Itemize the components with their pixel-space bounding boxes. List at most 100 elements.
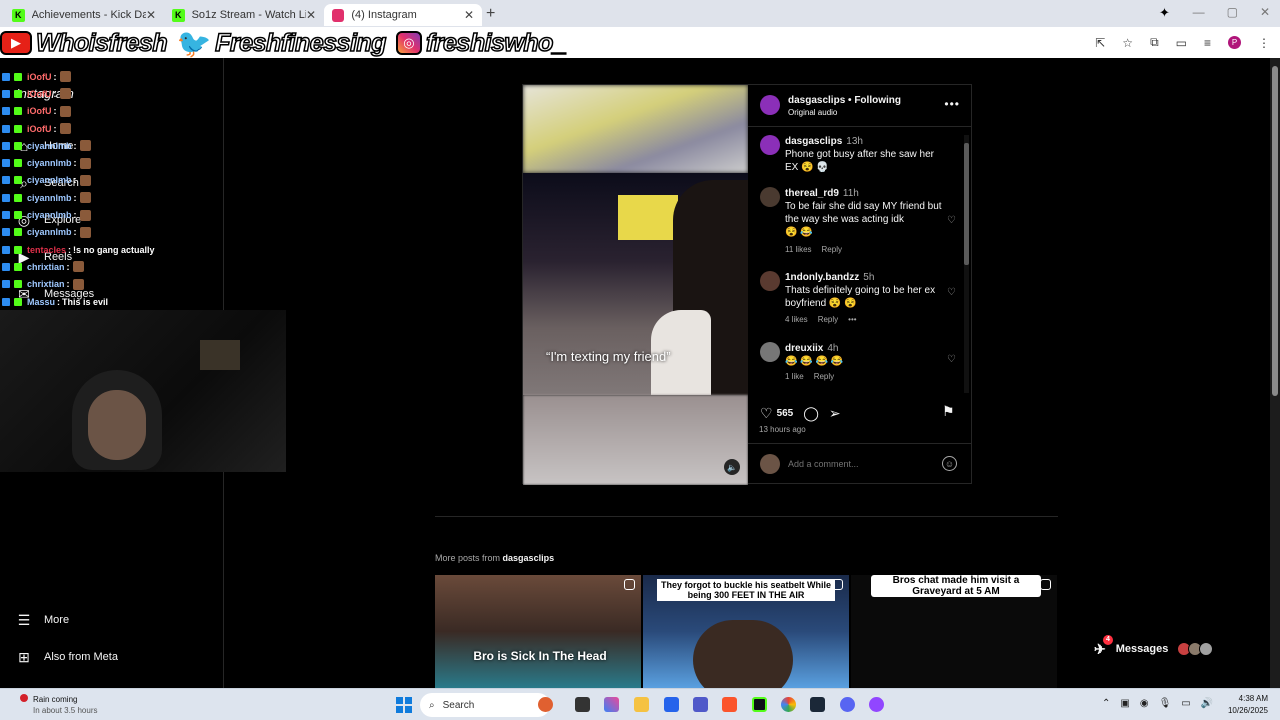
chat-username[interactable]: chrixtian — [27, 279, 65, 289]
comments-scrollbar[interactable] — [964, 135, 969, 393]
comment-likes[interactable]: 1 like — [785, 372, 804, 381]
display-icon[interactable]: ▭ — [1181, 698, 1190, 709]
chat-username[interactable]: chrixtian — [27, 262, 65, 272]
chat-username[interactable]: Massu — [27, 297, 55, 307]
sidebar-item-meta[interactable]: ⊞ Also from Meta — [16, 649, 118, 665]
emoji-icon[interactable]: ☺ — [942, 456, 957, 471]
avatar[interactable] — [760, 135, 780, 155]
file-explorer-icon[interactable] — [634, 697, 649, 712]
avatar[interactable] — [760, 187, 780, 207]
chat-username[interactable]: iOofU — [27, 72, 52, 82]
avatar[interactable] — [760, 95, 780, 115]
profile-avatar[interactable]: P — [1228, 36, 1241, 49]
gemini-icon[interactable]: ✦ — [1159, 5, 1170, 21]
comment-user[interactable]: thereal_rd9 — [785, 188, 839, 199]
comment-icon[interactable]: ◯ — [803, 405, 819, 422]
chat-username[interactable]: ciyannlmb — [27, 227, 72, 237]
like-count[interactable]: 565 — [777, 408, 794, 419]
install-icon[interactable]: ⇱ — [1095, 36, 1105, 50]
page-scrollbar[interactable] — [1270, 58, 1280, 688]
copilot-icon[interactable] — [604, 697, 619, 712]
share-icon[interactable]: ➢ — [829, 405, 841, 422]
teams-icon[interactable] — [693, 697, 708, 712]
weather-widget[interactable]: Rain coming In about 3.5 hours — [16, 694, 98, 716]
chat-username[interactable]: ciyannlmb — [27, 175, 72, 185]
close-icon[interactable]: ✕ — [146, 8, 156, 22]
more-post-thumb[interactable]: Bro is Sick In The Head — [435, 575, 641, 688]
tab-instagram[interactable]: (4) Instagram ✕ — [324, 4, 482, 26]
mute-icon[interactable]: 🔈 — [724, 459, 740, 475]
tab-kick-stream[interactable]: K So1z Stream - Watch Live on Ki ✕ — [164, 4, 324, 26]
like-icon[interactable]: ♡ — [947, 354, 956, 365]
reply-button[interactable]: Reply — [818, 315, 838, 324]
more-posts-author[interactable]: dasgasclips — [503, 553, 555, 563]
save-icon[interactable]: ⚑ — [942, 403, 955, 420]
taskbar-search[interactable]: ⌕ Search — [420, 693, 550, 717]
close-icon[interactable]: ✕ — [306, 8, 316, 22]
comment-user[interactable]: 1ndonly.bandzz — [785, 272, 859, 283]
new-tab-button[interactable]: + — [486, 5, 495, 23]
chat-username[interactable]: ciyannlmb — [27, 141, 72, 151]
kick-app-icon[interactable] — [752, 697, 767, 712]
following-button[interactable]: Following — [854, 95, 901, 106]
chat-username[interactable]: iOofU — [27, 124, 52, 134]
comment-user[interactable]: dasgasclips — [785, 136, 842, 147]
like-icon[interactable]: ♡ — [947, 215, 956, 226]
chat-username[interactable]: iOofU — [27, 106, 52, 116]
chrome-icon[interactable] — [781, 697, 796, 712]
obs-icon[interactable] — [869, 697, 884, 712]
task-view-icon[interactable] — [575, 697, 590, 712]
more-post-thumb[interactable]: They forgot to buckle his seatbelt While… — [643, 575, 849, 688]
clock[interactable]: 4:38 AM 10/26/2025 — [1204, 693, 1268, 717]
like-icon[interactable]: ♡ — [947, 287, 956, 298]
comment-likes[interactable]: 11 likes — [785, 245, 812, 254]
post-time: 13 hours ago — [759, 425, 806, 434]
chat-username[interactable]: ciyannlmb — [27, 158, 72, 168]
comment-user[interactable]: dreuxiix — [785, 343, 823, 354]
more-post-thumb[interactable]: Bros chat made him visit a Graveyard at … — [851, 575, 1057, 688]
comment-text: Thats definitely going to be her ex boyf… — [785, 285, 936, 309]
media-icon[interactable]: ≡ — [1204, 36, 1211, 50]
reply-button[interactable]: Reply — [814, 372, 834, 381]
like-icon[interactable]: ♡ — [760, 405, 773, 422]
more-options-icon[interactable]: ••• — [944, 97, 960, 111]
bookmark-star-icon[interactable]: ☆ — [1122, 36, 1133, 50]
avatar[interactable] — [760, 271, 780, 291]
chat-username[interactable]: ciyannlmb — [27, 193, 72, 203]
tab-kick-dashboard[interactable]: K Achievements - Kick Dashboard ✕ — [4, 4, 164, 26]
scrollbar-thumb[interactable] — [1272, 66, 1278, 396]
app-icon[interactable] — [538, 697, 553, 712]
chat-username[interactable]: tentacles — [27, 245, 66, 255]
webcam-background — [200, 340, 240, 370]
network-icon[interactable]: ◉ — [1140, 698, 1149, 709]
scrollbar-thumb[interactable] — [964, 143, 969, 265]
chevron-up-icon[interactable]: ⌃ — [1102, 698, 1110, 709]
menu-icon[interactable]: ⋮ — [1258, 36, 1270, 50]
minimize-icon[interactable]: — — [1193, 5, 1205, 19]
avatar[interactable] — [760, 342, 780, 362]
window-controls: — ▢ ✕ — [1193, 5, 1270, 19]
store-icon[interactable] — [664, 697, 679, 712]
steam-icon[interactable] — [810, 697, 825, 712]
post-author[interactable]: dasgasclips — [788, 95, 845, 106]
post-video[interactable]: “I'm texting my friend” 🔈 — [523, 85, 748, 485]
cast-icon[interactable]: ▭ — [1176, 36, 1187, 50]
start-button[interactable] — [396, 697, 412, 713]
maximize-icon[interactable]: ▢ — [1227, 5, 1238, 19]
comment-likes[interactable]: 4 likes — [785, 315, 808, 324]
sidebar-item-more[interactable]: ☰ More — [16, 612, 69, 628]
brave-icon[interactable] — [722, 697, 737, 712]
close-window-icon[interactable]: ✕ — [1260, 5, 1270, 19]
tray-app-icon[interactable]: ▣ — [1120, 698, 1129, 709]
comment-input[interactable]: Add a comment... — [788, 459, 859, 469]
chat-username[interactable]: iOofU — [27, 89, 52, 99]
more-icon[interactable]: ••• — [848, 315, 856, 324]
reply-button[interactable]: Reply — [822, 245, 842, 254]
close-icon[interactable]: ✕ — [464, 8, 474, 22]
audio-label[interactable]: Original audio — [788, 108, 837, 117]
mic-icon[interactable]: 🎙 — [1159, 698, 1172, 709]
discord-icon[interactable] — [840, 697, 855, 712]
chat-username[interactable]: ciyannlmb — [27, 210, 72, 220]
extensions-icon[interactable]: ⧉ — [1150, 35, 1159, 50]
messages-button[interactable]: ✈ 4 Messages — [1086, 632, 1238, 666]
